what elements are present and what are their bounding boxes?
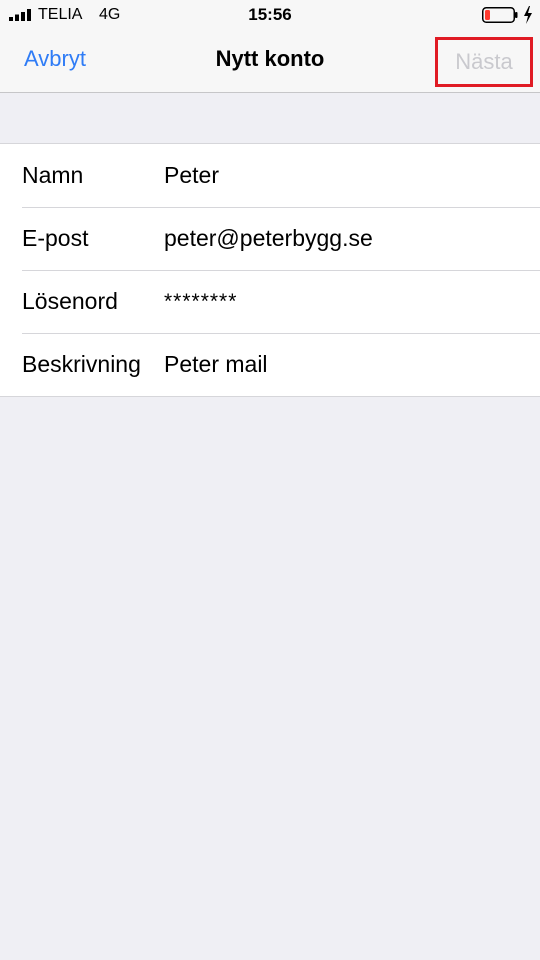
description-field[interactable]: Peter mail <box>164 351 268 378</box>
form-row-description[interactable]: Beskrivning Peter mail <box>0 333 540 396</box>
battery-icon <box>482 7 518 23</box>
status-bar: TELIA 4G 15:56 <box>0 0 540 30</box>
password-label: Lösenord <box>22 288 118 314</box>
next-button[interactable]: Nästa <box>435 37 533 87</box>
account-form: Namn Peter E-post peter@peterbygg.se Lös… <box>0 143 540 397</box>
next-button-label: Nästa <box>455 49 513 74</box>
charging-bolt-icon <box>524 6 532 24</box>
password-field[interactable]: ******** <box>164 290 237 314</box>
form-row-name[interactable]: Namn Peter <box>0 144 540 207</box>
email-field[interactable]: peter@peterbygg.se <box>164 225 373 252</box>
name-field[interactable]: Peter <box>164 162 219 189</box>
name-label: Namn <box>22 162 84 188</box>
email-label: E-post <box>22 225 89 251</box>
description-label: Beskrivning <box>22 351 141 377</box>
navigation-bar: Avbryt Nytt konto Nästa <box>0 30 540 93</box>
form-row-password[interactable]: Lösenord ******** <box>0 270 540 333</box>
status-time: 15:56 <box>248 5 292 24</box>
form-row-email[interactable]: E-post peter@peterbygg.se <box>0 207 540 270</box>
